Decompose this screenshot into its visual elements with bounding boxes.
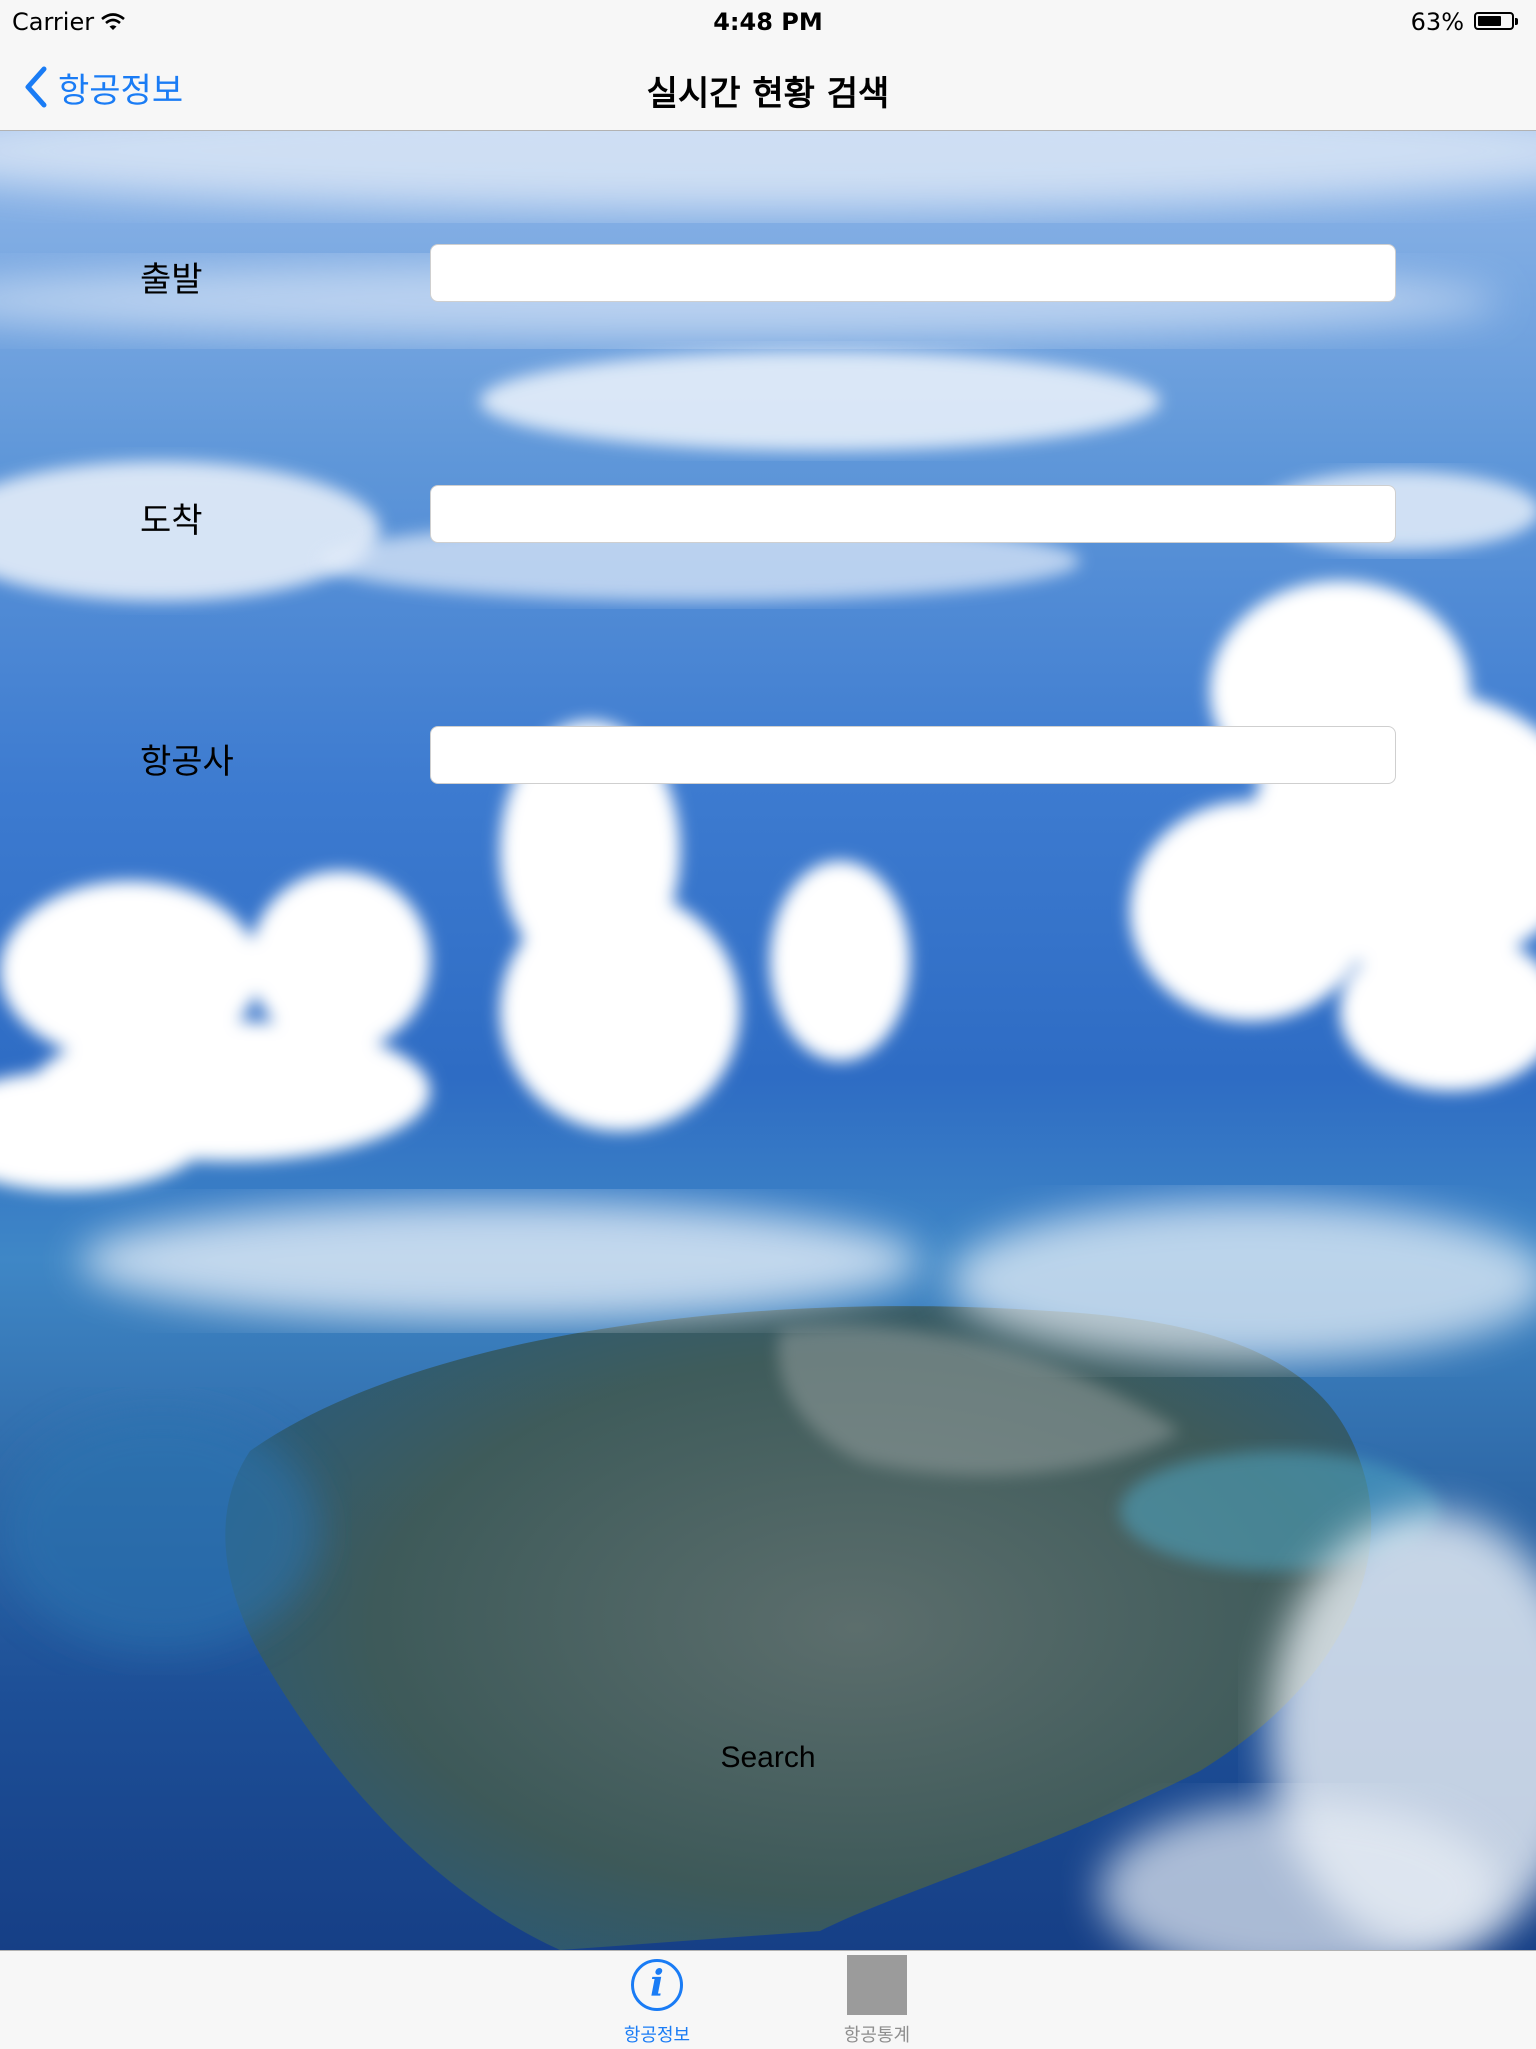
airline-label: 항공사: [140, 742, 234, 782]
tab-flight-stats-label: 항공통계: [843, 2025, 911, 2046]
navigation-bar: 항공정보 실시간 현황 검색: [0, 44, 1536, 131]
status-bar: Carrier 4:48 PM 63%: [0, 0, 1536, 44]
airline-row: 항공사: [0, 726, 1536, 786]
battery-percent: 63%: [1410, 8, 1464, 36]
tab-flight-info-label: 항공정보: [623, 2025, 691, 2046]
arrival-input[interactable]: [430, 485, 1396, 543]
departure-label: 출발: [140, 260, 203, 300]
page-title: 실시간 현황 검색: [646, 74, 890, 114]
tab-flight-info[interactable]: i 항공정보: [577, 1951, 737, 2049]
tab-bar: i 항공정보 항공통계: [0, 1950, 1536, 2049]
arrival-label: 도착: [140, 501, 203, 541]
app-screen: Carrier 4:48 PM 63% 항공정보 실시간 현황 검색 출발 도착…: [0, 0, 1536, 2049]
airline-input[interactable]: [430, 726, 1396, 784]
search-button[interactable]: Search: [0, 1740, 1536, 1776]
departure-row: 출발: [0, 244, 1536, 304]
battery-icon: [1474, 12, 1518, 30]
departure-input[interactable]: [430, 244, 1396, 302]
status-time: 4:48 PM: [713, 8, 823, 36]
placeholder-square-icon: [847, 1955, 907, 2015]
arrival-row: 도착: [0, 485, 1536, 545]
tab-flight-stats[interactable]: 항공통계: [797, 1951, 957, 2049]
info-icon: i: [631, 1959, 683, 2011]
background-image: [0, 131, 1536, 1950]
